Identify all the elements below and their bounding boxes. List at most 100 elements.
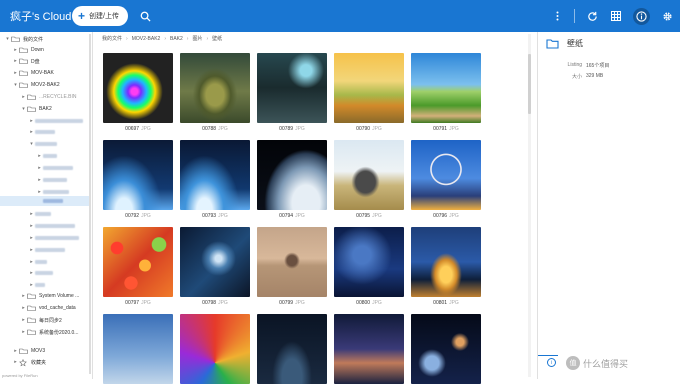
tree-item-blurred[interactable]: ▸: [28, 209, 92, 219]
chevron-down-icon[interactable]: ▾: [4, 36, 11, 42]
tree-item-system-volume[interactable]: ▸ System Volume ...: [20, 291, 92, 301]
chevron-right-icon[interactable]: ▸: [28, 118, 35, 124]
file-tile[interactable]: [257, 314, 327, 384]
chevron-down-icon[interactable]: ▾: [12, 82, 19, 88]
tree-item-vod-cache[interactable]: ▸ vod_cache_data: [20, 303, 92, 313]
breadcrumb-item[interactable]: 图片: [192, 35, 202, 42]
file-tile[interactable]: 00697 JPG: [103, 53, 173, 132]
chevron-right-icon[interactable]: ▸: [12, 58, 19, 64]
file-tile[interactable]: 00796 JPG: [411, 140, 481, 219]
file-tile[interactable]: 00795 JPG: [334, 140, 404, 219]
chevron-right-icon[interactable]: ▸: [20, 94, 27, 100]
file-browser: 我的文件 › MOV2-BAK2 › BAK2 › 图片 › 壁纸 00697 JPG 0…: [94, 32, 537, 384]
tree-item-blurred[interactable]: ▸: [28, 268, 92, 278]
tree-item-bak2[interactable]: ▾ BAK2: [20, 104, 92, 114]
folder-open-icon: [11, 36, 20, 42]
file-tile[interactable]: 00791 JPG: [411, 53, 481, 132]
breadcrumb-item[interactable]: 我的文件: [102, 35, 122, 42]
content-scrollbar[interactable]: [528, 34, 531, 377]
file-tile[interactable]: 00793 JPG: [180, 140, 250, 219]
tree-item-recycle-bin[interactable]: ▸ ...RECYCLE.BIN: [20, 92, 92, 102]
app-title[interactable]: 疯子's Cloud: [10, 8, 72, 24]
tree-item-blurred[interactable]: ▸: [28, 116, 92, 126]
tree-item-mov2-bak2[interactable]: ▾ MOV2-BAK2: [12, 80, 92, 90]
tree-item-down[interactable]: ▸ Down: [12, 45, 92, 55]
tree-item-blurred[interactable]: ▸: [28, 280, 92, 290]
file-tile[interactable]: [103, 314, 173, 384]
chevron-right-icon[interactable]: ▸: [36, 189, 43, 195]
file-ext: JPG: [218, 126, 228, 132]
breadcrumb-item[interactable]: MOV2-BAK2: [132, 36, 161, 42]
chevron-right-icon[interactable]: ▸: [12, 70, 19, 76]
tree-item-blurred[interactable]: ▾: [28, 139, 92, 149]
file-tile[interactable]: 00794 JPG: [257, 140, 327, 219]
chevron-right-icon[interactable]: ▸: [28, 223, 35, 229]
settings-icon[interactable]: [660, 9, 674, 23]
breadcrumb-item[interactable]: 壁纸: [212, 35, 222, 42]
file-ext: JPG: [372, 213, 382, 219]
chevron-right-icon[interactable]: ▸: [12, 47, 19, 53]
file-tile[interactable]: 00797 JPG: [103, 227, 173, 306]
file-tile[interactable]: 00798 JPG: [180, 227, 250, 306]
tree-item-blurred[interactable]: ▸: [36, 175, 92, 185]
chevron-right-icon[interactable]: ▸: [28, 247, 35, 253]
tree-item-d-drive[interactable]: ▸ D盘: [12, 56, 92, 66]
chevron-right-icon[interactable]: ▸: [28, 235, 35, 241]
tree-item-my-files[interactable]: ▾ 我的文件: [4, 34, 92, 44]
file-tile[interactable]: 00799 JPG: [257, 227, 327, 306]
chevron-down-icon[interactable]: ▾: [28, 141, 35, 147]
tree-item-mov-bak[interactable]: ▸ MOV-BAK: [12, 68, 92, 78]
thumbnail-image: [257, 53, 327, 123]
chevron-down-icon[interactable]: ▾: [20, 106, 27, 112]
scrollbar-thumb[interactable]: [528, 54, 531, 114]
refresh-icon[interactable]: [585, 9, 599, 23]
chevron-right-icon[interactable]: ▸: [20, 317, 27, 323]
tree-item-blurred[interactable]: ▸: [28, 257, 92, 267]
tree-item-daily-sync[interactable]: ▸ 每日同步2: [20, 315, 92, 325]
file-tile[interactable]: 00790 JPG: [334, 53, 404, 132]
tree-item-favorites[interactable]: ▸ 收藏夹: [12, 357, 92, 367]
chevron-right-icon[interactable]: ▸: [36, 153, 43, 159]
tree-item-blurred[interactable]: ▸: [36, 151, 92, 161]
chevron-right-icon[interactable]: ▸: [28, 282, 35, 288]
file-tile[interactable]: 00800 JPG: [334, 227, 404, 306]
file-tile[interactable]: 00792 JPG: [103, 140, 173, 219]
chevron-right-icon[interactable]: ▸: [20, 305, 27, 311]
thumbnail-image: [411, 53, 481, 123]
file-name: 00800: [356, 300, 371, 306]
chevron-right-icon[interactable]: ▸: [36, 177, 43, 183]
grid-view-icon[interactable]: [609, 9, 623, 23]
blurred-label: [43, 154, 57, 158]
info-icon[interactable]: i: [547, 358, 556, 367]
chevron-right-icon[interactable]: ▸: [20, 329, 27, 335]
search-button[interactable]: [138, 8, 154, 24]
info-icon[interactable]: [633, 7, 650, 25]
file-tile[interactable]: [411, 314, 481, 384]
chevron-right-icon[interactable]: ▸: [20, 293, 27, 299]
chevron-right-icon[interactable]: ▸: [12, 359, 19, 365]
file-tile[interactable]: 00788 JPG: [180, 53, 250, 132]
chevron-right-icon[interactable]: ▸: [28, 270, 35, 276]
breadcrumb-item[interactable]: BAK2: [170, 36, 183, 42]
tree-item-blurred[interactable]: ▸: [28, 245, 92, 255]
chevron-right-icon[interactable]: ▸: [12, 348, 19, 354]
tree-item-blurred[interactable]: ▸: [28, 127, 92, 137]
tree-item-selected[interactable]: [0, 196, 90, 206]
more-vert-icon[interactable]: [550, 9, 564, 23]
chevron-right-icon[interactable]: ▸: [28, 129, 35, 135]
tree-item-blurred[interactable]: ▸: [28, 221, 92, 231]
thumbnail-image: [180, 227, 250, 297]
file-tile[interactable]: 00801 JPG: [411, 227, 481, 306]
chevron-right-icon[interactable]: ▸: [36, 165, 43, 171]
tree-item-blurred[interactable]: ▸: [28, 233, 92, 243]
sidebar-scrollbar[interactable]: [89, 34, 91, 374]
chevron-right-icon[interactable]: ▸: [28, 211, 35, 217]
chevron-right-icon[interactable]: ▸: [28, 259, 35, 265]
file-tile[interactable]: [334, 314, 404, 384]
create-upload-button[interactable]: + 创建/上传: [72, 6, 128, 26]
file-tile[interactable]: 00789 JPG: [257, 53, 327, 132]
tree-item-system-backup[interactable]: ▸ 系统备份2020.0...: [20, 327, 92, 337]
file-tile[interactable]: [180, 314, 250, 384]
tree-item-blurred[interactable]: ▸: [36, 163, 92, 173]
tree-item-mov3[interactable]: ▸ MOV3: [12, 346, 92, 356]
